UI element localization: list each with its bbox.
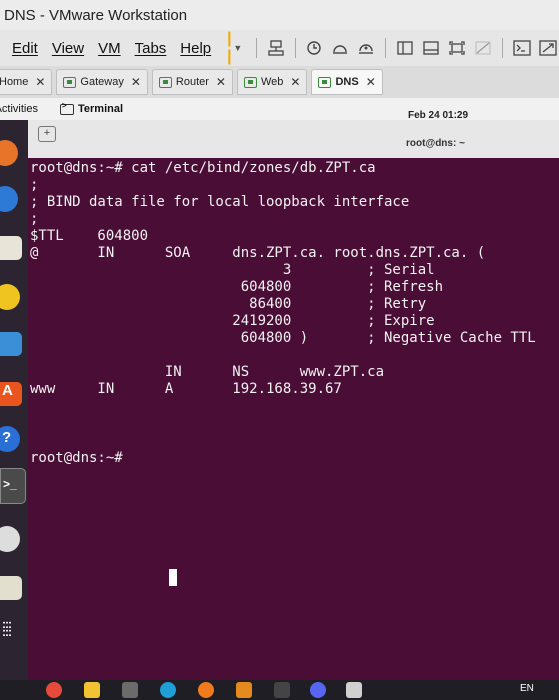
terminal-view-icon[interactable] (512, 40, 531, 56)
console-view-icon[interactable] (422, 40, 440, 56)
activities-button[interactable]: Activities (0, 103, 38, 115)
terminal-cursor (169, 569, 177, 586)
tab-label: Router (175, 76, 209, 88)
terminal-header-bar: + root@dns: ~ (28, 120, 559, 158)
terminal-title: root@dns: ~ (406, 138, 465, 149)
writer-icon[interactable] (0, 332, 22, 356)
app-menu-terminal[interactable]: Terminal (60, 101, 124, 115)
terminal-dock-icon[interactable]: >_ (0, 468, 26, 504)
vm-icon (158, 76, 172, 88)
vm-icon (63, 76, 77, 88)
resize-icon[interactable] (538, 40, 557, 56)
terminal-line: 86400 ; Retry (30, 296, 427, 312)
terminal-line: @ IN SOA dns.ZPT.ca. root.dns.ZPT.ca. ( (30, 245, 486, 261)
browser-icon[interactable] (0, 140, 18, 166)
revert-snapshot-icon[interactable] (331, 40, 349, 56)
question-glyph: ? (2, 429, 12, 446)
window-title-bar: DNS - VMware Workstation (0, 0, 559, 30)
close-icon[interactable]: ✕ (290, 75, 300, 89)
files-icon[interactable] (0, 236, 22, 260)
terminal-line: root@dns:~# (30, 450, 132, 466)
terminal-line: www IN A 192.168.39.67 (30, 381, 342, 397)
terminal-app-icon[interactable] (274, 682, 290, 698)
unity-icon[interactable] (474, 40, 492, 56)
tab-web[interactable]: Web ✕ (236, 69, 308, 95)
toolbar-divider (256, 38, 257, 58)
thunderbird-icon[interactable] (0, 186, 18, 212)
app-center-glyph: A (2, 382, 13, 399)
terminal-line: $TTL 604800 (30, 228, 149, 244)
menu-view[interactable]: View (52, 40, 84, 57)
terminal-line: 2419200 ; Expire (30, 313, 435, 329)
toolbar-divider (294, 38, 296, 58)
terminal-line: root@dns:~# cat /etc/bind/zones/db.ZPT.c… (30, 160, 376, 176)
help-icon[interactable]: ? (0, 426, 20, 452)
vm-icon (243, 76, 257, 88)
toolbar-divider (385, 38, 386, 58)
calculator-icon[interactable] (122, 682, 138, 698)
vmware-icon[interactable] (236, 682, 252, 698)
vm-icon (318, 76, 332, 88)
tab-label: DNS (335, 76, 359, 88)
terminal-line: 604800 ) ; Negative Cache TTL (30, 330, 536, 346)
chevron-down-icon[interactable]: ▼ (233, 43, 242, 53)
discord-icon[interactable] (310, 682, 326, 698)
app-center-icon[interactable]: A (0, 382, 22, 406)
toolbar-divider (501, 38, 503, 58)
terminal-line: ; (30, 211, 39, 227)
host-taskbar: EN (0, 680, 559, 700)
gnome-top-bar: Activities Terminal (0, 98, 559, 120)
menu-vm[interactable]: VM (98, 40, 121, 57)
close-icon[interactable]: ✕ (366, 75, 376, 89)
terminal-line: ; (30, 177, 39, 193)
paint-icon[interactable] (346, 682, 362, 698)
terminal-glyph: >_ (3, 477, 17, 491)
terminal-line: 604800 ; Refresh (30, 279, 444, 295)
close-icon[interactable]: ✕ (216, 75, 226, 89)
tab-home[interactable]: Home ✕ (0, 69, 53, 95)
menu-tabs[interactable]: Tabs (135, 40, 167, 57)
toolbar: | | ▼ (227, 30, 559, 66)
rhythmbox-icon[interactable] (0, 284, 20, 310)
menu-help[interactable]: Help (180, 40, 211, 57)
tab-label: Gateway (80, 76, 124, 88)
tab-dns[interactable]: DNS ✕ (311, 69, 383, 95)
pause-icon[interactable]: | | (227, 30, 232, 66)
window-title: DNS - VMware Workstation (4, 6, 188, 24)
show-apps-icon[interactable]: :::::: (0, 617, 22, 644)
terminal-line: IN NS www.ZPT.ca (30, 364, 385, 380)
new-tab-icon[interactable]: + (38, 126, 56, 142)
tab-gateway[interactable]: Gateway ✕ (56, 69, 148, 95)
terminal-icon (60, 101, 74, 115)
dock: A ? >_ :::::: (0, 120, 28, 680)
send-keys-icon[interactable] (267, 40, 285, 56)
tab-label: Home (0, 76, 29, 88)
manage-snapshots-icon[interactable] (357, 40, 375, 56)
close-icon[interactable]: ✕ (35, 75, 45, 89)
tab-router[interactable]: Router ✕ (151, 69, 233, 95)
terminal-line: 3 ; Serial (30, 262, 435, 278)
fullscreen-icon[interactable] (448, 40, 466, 56)
language-indicator[interactable]: EN (520, 683, 534, 694)
tab-label: Web (260, 76, 284, 88)
chrome-icon[interactable] (46, 682, 62, 698)
app-menu-label: Terminal (78, 103, 124, 115)
close-icon[interactable]: ✕ (131, 75, 141, 89)
terminal-window[interactable]: + root@dns: ~ root@dns:~# cat /etc/bind/… (28, 120, 559, 680)
firefox-icon[interactable] (198, 682, 214, 698)
sidebar-icon[interactable] (396, 40, 414, 56)
menu-bar: Edit View VM Tabs Help | | ▼ (0, 30, 559, 66)
snapshot-icon[interactable] (305, 40, 323, 56)
menu-edit[interactable]: Edit (12, 40, 38, 57)
folder-icon[interactable] (84, 682, 100, 698)
disc-icon[interactable] (0, 526, 20, 552)
vm-tab-bar: Home ✕ Gateway ✕ Router ✕ Web ✕ DNS ✕ (0, 66, 559, 98)
trash-icon[interactable] (0, 576, 22, 600)
terminal-line: ; BIND data file for local loopback inte… (30, 194, 410, 210)
apps-grid-glyph: :::::: (2, 617, 12, 639)
edge-icon[interactable] (160, 682, 176, 698)
